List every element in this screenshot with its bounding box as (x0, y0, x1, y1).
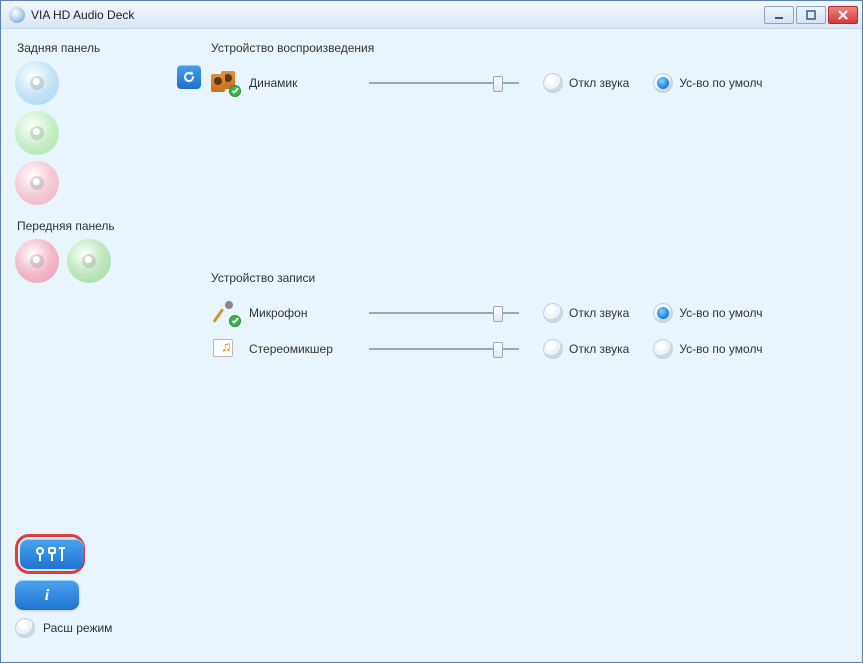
microphone-mute-toggle[interactable] (543, 303, 563, 323)
stereomixer-volume-slider[interactable] (369, 341, 519, 357)
microphone-icon (211, 301, 239, 325)
device-row-stereomixer: ♫ Стереомикшер Откл звука Ус-во по умолч (211, 331, 846, 367)
front-panel-label: Передняя панель (17, 219, 201, 233)
advanced-mode-toggle[interactable] (15, 618, 35, 638)
advanced-mode-label: Расш режим (43, 621, 112, 635)
info-tool-button[interactable]: i (15, 580, 79, 610)
minimize-button[interactable] (764, 6, 794, 24)
rear-jack-line-out[interactable] (15, 111, 59, 155)
microphone-volume-slider[interactable] (369, 305, 519, 321)
client-area: Задняя панель Передняя панель (1, 29, 862, 662)
front-jack-mic[interactable] (15, 239, 59, 283)
app-window: VIA HD Audio Deck Задняя панель (0, 0, 863, 663)
svg-text:i: i (45, 587, 50, 604)
speaker-mute-toggle[interactable] (543, 73, 563, 93)
connectors-tool-button[interactable] (20, 539, 84, 569)
default-label: Ус-во по умолч (679, 306, 762, 320)
playback-section-title: Устройство воспроизведения (211, 41, 846, 55)
stereomixer-default-toggle[interactable] (653, 339, 673, 359)
microphone-default-toggle[interactable] (653, 303, 673, 323)
device-name-label: Стереомикшер (249, 342, 359, 356)
speaker-default-toggle[interactable] (653, 73, 673, 93)
sidebar: Задняя панель Передняя панель (1, 29, 201, 662)
recording-section-title: Устройство записи (211, 271, 846, 285)
close-button[interactable] (828, 6, 858, 24)
front-jack-headphone[interactable] (67, 239, 111, 283)
rear-panel-label: Задняя панель (17, 41, 201, 55)
highlight-marker (15, 534, 85, 574)
rear-jack-line-in[interactable] (15, 61, 59, 105)
default-label: Ус-во по умолч (679, 342, 762, 356)
app-icon (9, 7, 25, 23)
device-row-microphone: Микрофон Откл звука Ус-во по умолч (211, 295, 846, 331)
rear-jack-mic[interactable] (15, 161, 59, 205)
default-label: Ус-во по умолч (679, 76, 762, 90)
window-title: VIA HD Audio Deck (31, 8, 134, 22)
stereomixer-mute-toggle[interactable] (543, 339, 563, 359)
device-row-speaker: Динамик Откл звука Ус-во по умолч (211, 65, 846, 101)
speaker-icon (211, 71, 239, 95)
mute-label: Откл звука (569, 306, 629, 320)
speaker-volume-slider[interactable] (369, 75, 519, 91)
titlebar[interactable]: VIA HD Audio Deck (1, 1, 862, 29)
device-name-label: Динамик (249, 76, 359, 90)
device-name-label: Микрофон (249, 306, 359, 320)
mute-label: Откл звука (569, 342, 629, 356)
stereomixer-icon: ♫ (211, 337, 239, 361)
main-area: Устройство воспроизведения Динамик Откл … (211, 41, 846, 662)
reset-button[interactable] (177, 65, 201, 89)
mute-label: Откл звука (569, 76, 629, 90)
maximize-button[interactable] (796, 6, 826, 24)
